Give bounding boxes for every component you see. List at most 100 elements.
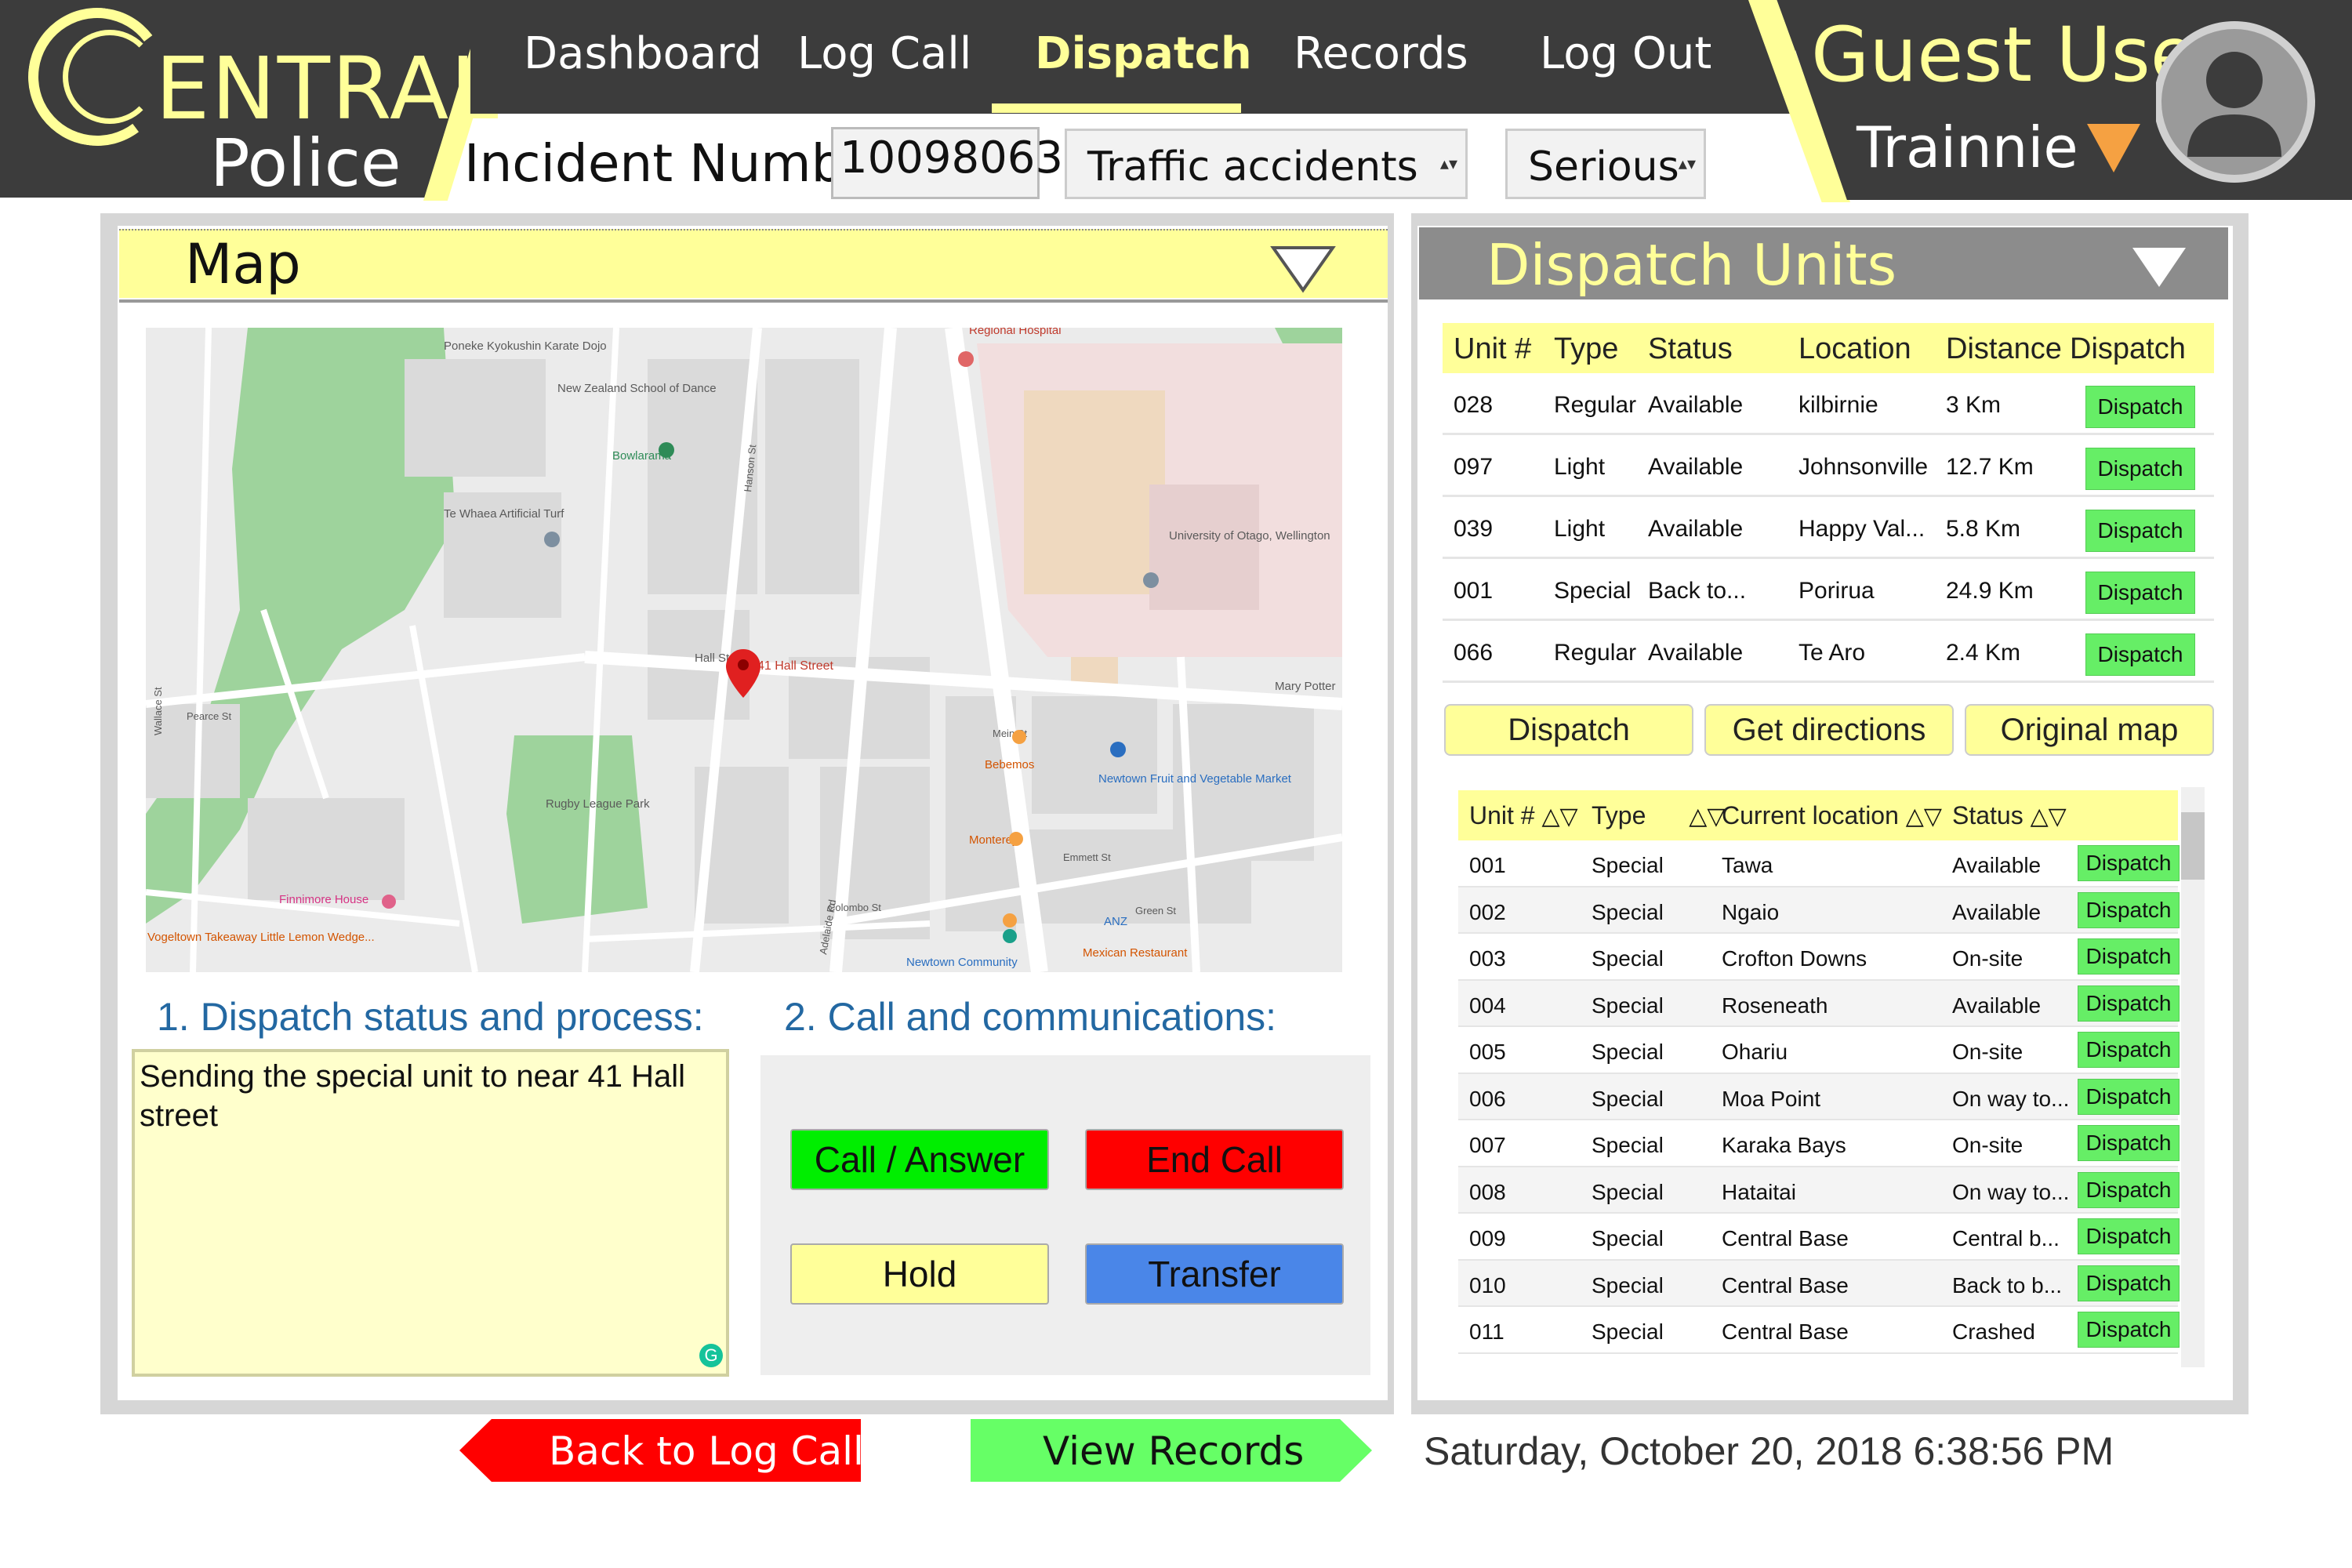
list-dispatch-button[interactable]: Dispatch	[2078, 1312, 2180, 1348]
cell-type: Regular	[1554, 640, 1637, 666]
dispatch-units-collapse-icon[interactable]	[2131, 246, 2187, 289]
cell-unit: 001	[1454, 578, 1494, 604]
list-location: Tawa	[1722, 853, 1773, 877]
app-header: ENTRAL Police Dashboard Log Call Dispatc…	[0, 0, 2352, 204]
list-col-location[interactable]: Current location △▽	[1722, 801, 1942, 830]
dispatch-units-title: Dispatch Units	[1486, 232, 1897, 298]
cell-status: Back to...	[1648, 578, 1747, 604]
list-item: 010 Special Central Base Back to b... Di…	[1458, 1260, 2180, 1307]
university-pin-icon	[1143, 572, 1159, 588]
map-label-mexican: Mexican Restaurant	[1083, 946, 1188, 960]
sort-up-down-icon[interactable]: △▽	[1689, 804, 1725, 829]
table-row: 039 Light Available Happy Val... 5.8 Km …	[1443, 497, 2214, 559]
back-to-log-call-label[interactable]: Back to Log Call	[549, 1428, 864, 1474]
sort-up-down-icon[interactable]: △▽	[1906, 804, 1942, 829]
severity-select[interactable]: Serious ▴▾	[1505, 129, 1706, 199]
dispatch-unit-button[interactable]: Dispatch	[2085, 448, 2195, 490]
list-item: 005 Special Ohariu On-site Dispatch	[1458, 1027, 2180, 1074]
map-collapse-icon[interactable]	[1270, 245, 1336, 293]
col-dispatch: Dispatch	[2070, 332, 2186, 365]
list-unit: 008	[1469, 1179, 1506, 1204]
list-dispatch-button[interactable]: Dispatch	[2078, 1125, 2180, 1161]
end-call-button[interactable]: End Call	[1085, 1129, 1344, 1190]
list-col-status-label: Status	[1952, 801, 2024, 829]
list-item: 004 Special Roseneath Available Dispatch	[1458, 980, 2180, 1027]
nav-dashboard[interactable]: Dashboard	[524, 28, 762, 79]
list-type: Special	[1592, 946, 1664, 971]
user-menu-caret-icon[interactable]	[2087, 124, 2140, 172]
list-location: Hataitai	[1722, 1179, 1796, 1204]
map-label-newtown-community: Newtown Community	[906, 956, 1018, 969]
list-dispatch-button[interactable]: Dispatch	[2078, 845, 2180, 881]
transfer-button[interactable]: Transfer	[1085, 1243, 1344, 1305]
list-col-unit-label: Unit #	[1469, 801, 1535, 829]
list-location: Karaka Bays	[1722, 1133, 1846, 1157]
list-status: Back to b...	[1952, 1272, 2063, 1298]
list-status: Available	[1952, 993, 2042, 1018]
cell-distance: 3 Km	[1946, 392, 2002, 418]
list-location: Ohariu	[1722, 1040, 1788, 1064]
view-records-label[interactable]: View Records	[1043, 1428, 1304, 1474]
select-arrow-icon: ▴▾	[1439, 154, 1457, 174]
list-dispatch-button[interactable]: Dispatch	[2078, 1078, 2180, 1115]
list-dispatch-button[interactable]: Dispatch	[2078, 891, 2180, 928]
dispatch-unit-button[interactable]: Dispatch	[2085, 572, 2195, 614]
map-label-poneke: Poneke Kyokushin Karate Dojo	[444, 339, 607, 353]
cell-location: Johnsonville	[1798, 454, 1929, 480]
list-dispatch-button[interactable]: Dispatch	[2078, 1171, 2180, 1208]
nav-log-call[interactable]: Log Call	[797, 28, 971, 79]
map-view[interactable]: Poneke Kyokushin Karate Dojo New Zealand…	[146, 328, 1342, 972]
incident-type-select[interactable]: Traffic accidents ▴▾	[1065, 129, 1468, 199]
get-directions-button[interactable]: Get directions	[1704, 704, 1954, 756]
hospital-pin-icon	[958, 351, 974, 367]
nav-records[interactable]: Records	[1294, 28, 1468, 79]
cell-status: Available	[1648, 392, 1744, 418]
avatar-icon[interactable]	[2156, 13, 2352, 193]
incident-type-value: Traffic accidents	[1087, 143, 1418, 191]
list-type: Special	[1592, 899, 1664, 924]
dispatch-status-textarea[interactable]: Sending the special unit to near 41 Hall…	[132, 1049, 729, 1377]
dispatch-status-label: 1. Dispatch status and process:	[157, 995, 704, 1039]
dispatch-unit-button[interactable]: Dispatch	[2085, 633, 2195, 676]
nav-dispatch[interactable]: Dispatch	[1035, 28, 1252, 79]
nav-log-out[interactable]: Log Out	[1540, 28, 1711, 79]
list-dispatch-button[interactable]: Dispatch	[2078, 1265, 2180, 1301]
map-label-anz: ANZ	[1104, 915, 1127, 928]
list-unit: 006	[1469, 1086, 1506, 1111]
list-dispatch-button[interactable]: Dispatch	[2078, 1032, 2180, 1068]
col-status: Status	[1648, 332, 1733, 365]
communications-label: 2. Call and communications:	[784, 995, 1277, 1039]
logo-c-mark-inner	[63, 30, 157, 124]
list-dispatch-button[interactable]: Dispatch	[2078, 1218, 2180, 1254]
table-row: 097 Light Available Johnsonville 12.7 Km…	[1443, 435, 2214, 497]
hold-button[interactable]: Hold	[790, 1243, 1049, 1305]
map-canvas[interactable]: Poneke Kyokushin Karate Dojo New Zealand…	[146, 328, 1342, 972]
cell-unit: 097	[1454, 454, 1494, 480]
list-col-type[interactable]: Type △▽	[1592, 801, 1725, 830]
call-answer-button[interactable]: Call / Answer	[790, 1129, 1049, 1190]
list-dispatch-button[interactable]: Dispatch	[2078, 985, 2180, 1022]
original-map-button[interactable]: Original map	[1965, 704, 2214, 756]
dispatch-unit-button[interactable]: Dispatch	[2085, 386, 2195, 428]
list-unit: 002	[1469, 899, 1506, 924]
list-col-status[interactable]: Status △▽	[1952, 801, 2067, 830]
list-item: 008 Special Hataitai On way to... Dispat…	[1458, 1167, 2180, 1214]
list-status: Available	[1952, 853, 2042, 877]
list-scroll-thumb[interactable]	[2181, 812, 2205, 880]
map-label-vogeltown: Vogeltown Takeaway Little Lemon Wedge...	[147, 931, 375, 944]
bebemos-pin-icon	[1012, 730, 1026, 744]
incident-number-field[interactable]: 100980632	[831, 127, 1091, 199]
sort-up-down-icon[interactable]: △▽	[1541, 804, 1577, 829]
table-row: 028 Regular Available kilbirnie 3 Km Dis…	[1443, 373, 2214, 435]
list-dispatch-button[interactable]: Dispatch	[2078, 938, 2180, 975]
cell-distance: 5.8 Km	[1946, 516, 2021, 542]
grammar-check-icon[interactable]: G	[699, 1344, 723, 1367]
list-type: Special	[1592, 1040, 1664, 1064]
map-label-hall-st: Hall St	[695, 652, 730, 665]
communications-box	[760, 1055, 1370, 1375]
dispatch-button[interactable]: Dispatch	[1444, 704, 1693, 756]
dispatch-units-table: Unit # Type Status Location Distance Dis…	[1443, 323, 2214, 683]
sort-up-down-icon[interactable]: △▽	[2031, 804, 2067, 829]
dispatch-unit-button[interactable]: Dispatch	[2085, 510, 2195, 552]
list-col-unit[interactable]: Unit # △▽	[1469, 801, 1578, 830]
